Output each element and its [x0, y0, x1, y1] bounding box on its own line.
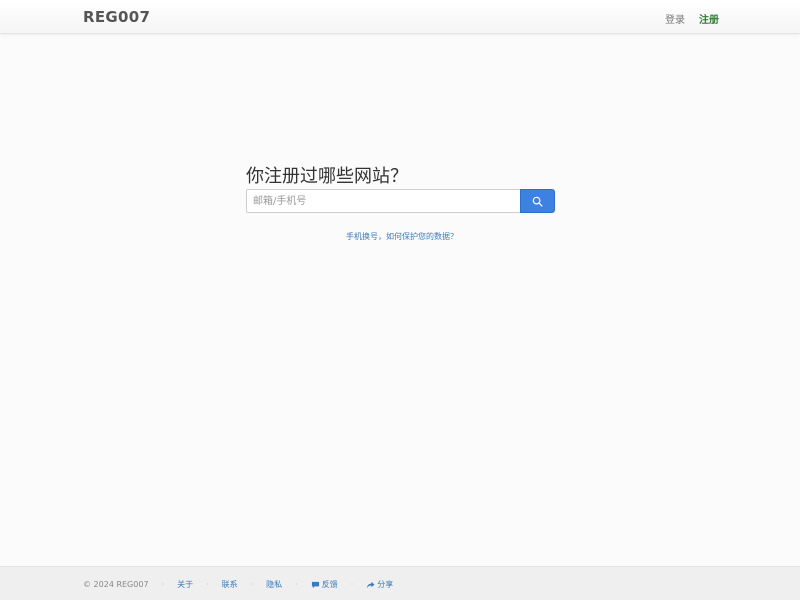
footer-feedback-link[interactable]: 反馈	[311, 579, 338, 590]
footer-links: © 2024 REG007 · 关于 · 联系 · 隐私 · 反馈 · 分享	[83, 579, 393, 590]
search-form	[246, 189, 555, 213]
footer-separator: ·	[250, 580, 254, 589]
register-link[interactable]: 注册	[699, 11, 719, 26]
footer-about-link[interactable]: 关于	[177, 579, 193, 590]
brand-logo[interactable]: REG007	[83, 8, 150, 26]
footer-feedback-label: 反馈	[321, 580, 338, 589]
copyright: © 2024 REG007	[83, 580, 149, 589]
footer-separator: ·	[161, 580, 165, 589]
search-button[interactable]	[520, 189, 555, 213]
footer-share-label: 分享	[377, 580, 394, 589]
footer-contact-link[interactable]: 联系	[222, 579, 238, 590]
top-navbar: REG007 登录 注册	[0, 0, 800, 34]
search-input[interactable]	[246, 189, 521, 213]
privacy-help-link[interactable]: 手机换号，如何保护您的数据？	[346, 231, 458, 242]
search-icon	[532, 196, 543, 207]
footer-separator: ·	[350, 580, 354, 589]
login-link[interactable]: 登录	[665, 11, 685, 26]
footer: © 2024 REG007 · 关于 · 联系 · 隐私 · 反馈 · 分享	[0, 566, 800, 600]
comment-icon	[311, 581, 320, 589]
footer-share-link[interactable]: 分享	[366, 579, 393, 590]
footer-privacy-link[interactable]: 隐私	[266, 579, 282, 590]
page-title: 你注册过哪些网站？	[246, 166, 408, 187]
footer-separator: ·	[206, 580, 209, 589]
share-icon	[366, 581, 375, 589]
footer-separator: ·	[295, 580, 298, 589]
